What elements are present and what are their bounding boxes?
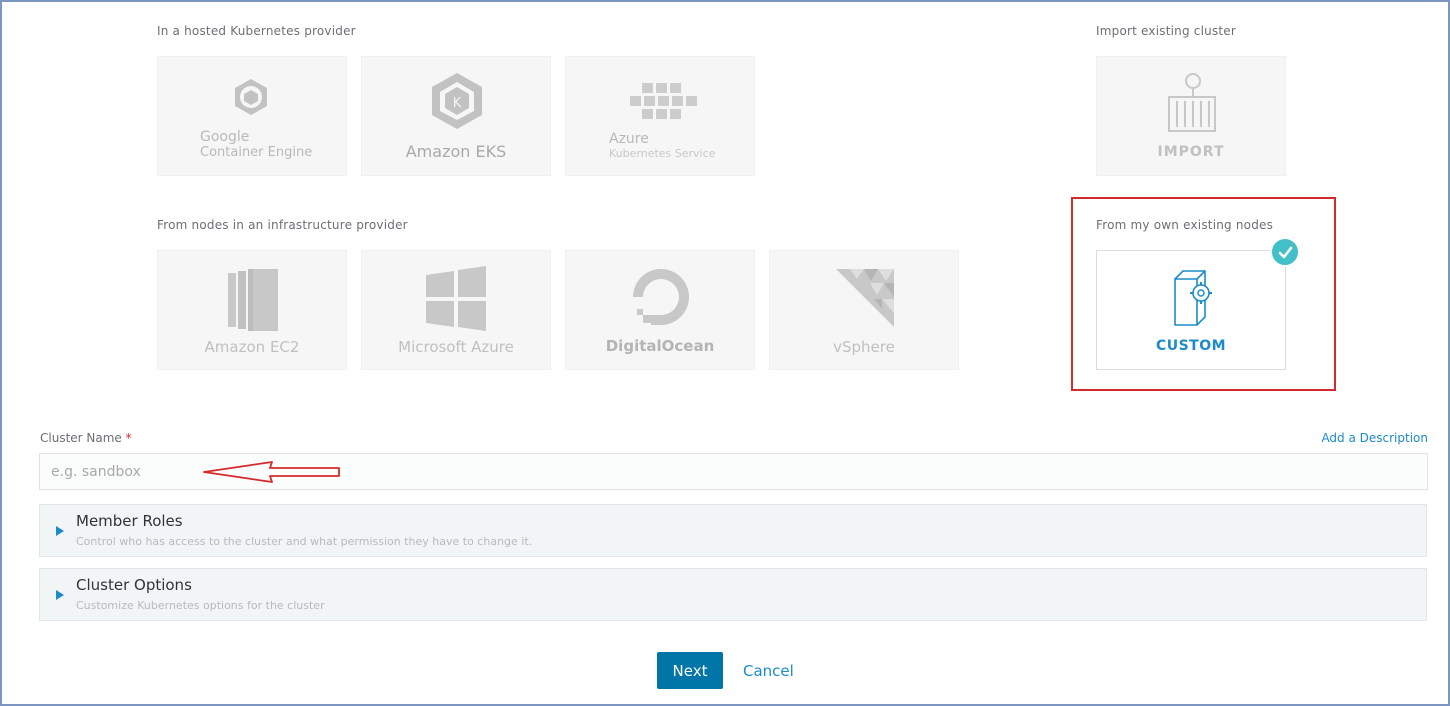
cluster-name-label: Cluster Name * (40, 431, 132, 445)
member-roles-section[interactable]: Member Roles Control who has access to t… (39, 504, 1427, 557)
tile-digitalocean[interactable]: DigitalOcean (565, 250, 755, 370)
tile-azure-kubernetes-service[interactable]: Azure Kubernetes Service (565, 56, 755, 176)
next-button[interactable]: Next (657, 652, 723, 689)
ec2-label: Amazon EC2 (204, 338, 300, 356)
gke-label-line2: Container Engine (200, 145, 313, 160)
cluster-options-title: Cluster Options (76, 576, 192, 594)
cluster-options-section[interactable]: Cluster Options Customize Kubernetes opt… (39, 568, 1427, 621)
cancel-button[interactable]: Cancel (735, 652, 802, 689)
aks-label-line2: Kubernetes Service (609, 147, 716, 160)
required-mark: * (125, 431, 132, 445)
aks-label-line1: Azure (609, 131, 649, 147)
cluster-options-subtitle: Customize Kubernetes options for the clu… (76, 599, 325, 612)
import-section-label: Import existing cluster (1096, 24, 1236, 38)
highlight-box (1071, 197, 1336, 391)
expand-arrow-icon (56, 590, 64, 600)
tile-google-container-engine[interactable]: Google Container Engine (157, 56, 347, 176)
tile-amazon-eks[interactable]: K Amazon EKS (361, 56, 551, 176)
import-label: IMPORT (1157, 144, 1225, 160)
expand-arrow-icon (56, 526, 64, 536)
add-description-link[interactable]: Add a Description (1321, 431, 1428, 445)
azure-label: Microsoft Azure (398, 338, 514, 356)
cluster-name-label-text: Cluster Name (40, 431, 122, 445)
member-roles-subtitle: Control who has access to the cluster an… (76, 535, 533, 548)
member-roles-title: Member Roles (76, 512, 183, 530)
gke-label-line1: Google (200, 129, 250, 145)
digitalocean-label: DigitalOcean (605, 337, 715, 355)
infra-section-label: From nodes in an infrastructure provider (157, 218, 408, 232)
svg-text:K: K (453, 96, 462, 111)
vsphere-label: vSphere (833, 338, 895, 356)
tile-import[interactable]: IMPORT (1096, 56, 1286, 176)
tile-microsoft-azure[interactable]: Microsoft Azure (361, 250, 551, 370)
tile-vsphere[interactable]: vSphere (769, 250, 959, 370)
hosted-section-label: In a hosted Kubernetes provider (157, 24, 356, 38)
tile-amazon-ec2[interactable]: Amazon EC2 (157, 250, 347, 370)
annotation-arrow-icon (203, 461, 340, 483)
eks-label: Amazon EKS (405, 142, 507, 161)
